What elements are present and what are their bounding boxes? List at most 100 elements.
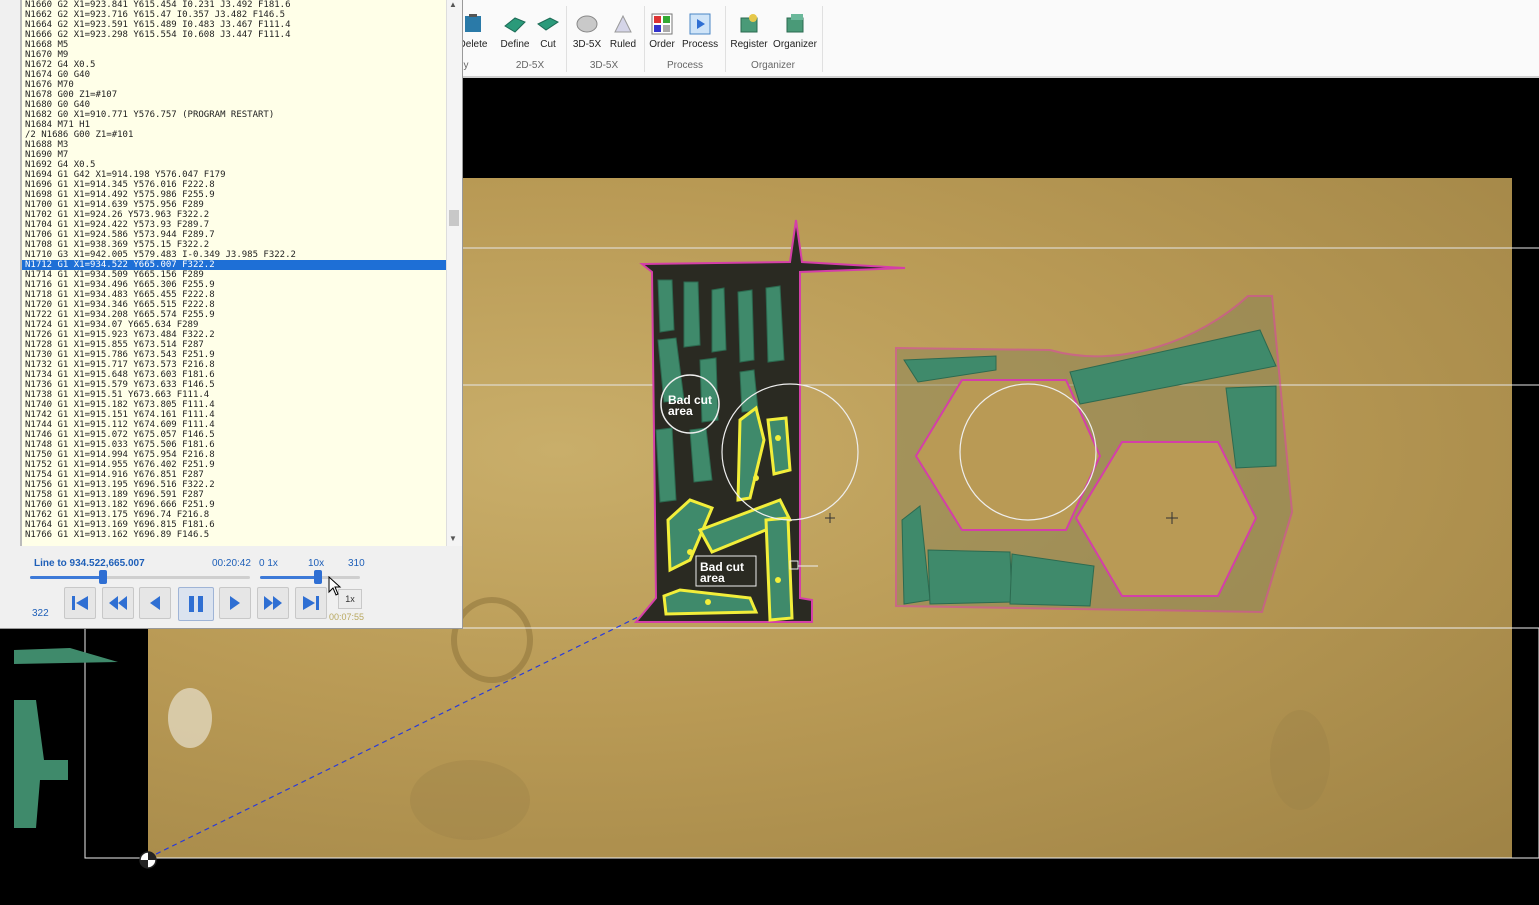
gcode-line[interactable]: N1750 G1 X1=914.994 Y675.954 F216.8 bbox=[22, 450, 448, 460]
gcode-line[interactable]: N1758 G1 X1=913.189 Y696.591 F287 bbox=[22, 490, 448, 500]
fast-forward-button[interactable] bbox=[257, 587, 289, 619]
gcode-line[interactable]: N1674 G0 G40 bbox=[22, 70, 448, 80]
gcode-line[interactable]: N1710 G3 X1=942.005 Y579.483 I-0.349 J3.… bbox=[22, 250, 448, 260]
gcode-line[interactable]: N1716 G1 X1=934.496 Y665.306 F255.9 bbox=[22, 280, 448, 290]
part bbox=[737, 289, 755, 363]
gcode-line[interactable]: N1676 M70 bbox=[22, 80, 448, 90]
gcode-line[interactable]: N1666 G2 X1=923.298 Y615.554 I0.608 J3.4… bbox=[22, 30, 448, 40]
bad-cut-label: Bad cut area bbox=[668, 394, 712, 418]
gcode-line[interactable]: N1662 G2 X1=923.716 Y615.47 I0.357 J3.48… bbox=[22, 10, 448, 20]
gcode-line[interactable]: N1692 G4 X0.5 bbox=[22, 160, 448, 170]
current-line: 322 bbox=[32, 608, 49, 619]
gcode-line[interactable]: N1668 M5 bbox=[22, 40, 448, 50]
gcode-line[interactable]: N1736 G1 X1=915.579 Y673.633 F146.5 bbox=[22, 380, 448, 390]
gcode-line[interactable]: N1706 G1 X1=924.586 Y573.944 F289.7 bbox=[22, 230, 448, 240]
gcode-line[interactable]: N1724 G1 X1=934.07 Y665.634 F289 bbox=[22, 320, 448, 330]
rewind-button[interactable] bbox=[102, 587, 134, 619]
rewind-icon bbox=[109, 596, 127, 610]
gcode-line[interactable]: N1726 G1 X1=915.923 Y673.484 F322.2 bbox=[22, 330, 448, 340]
gcode-line[interactable]: N1670 M9 bbox=[22, 50, 448, 60]
step-back-button[interactable] bbox=[139, 587, 171, 619]
gcode-listing[interactable]: N1660 G2 X1=923.841 Y615.454 I0.231 J3.4… bbox=[20, 0, 448, 546]
pierce-point bbox=[775, 435, 781, 441]
fast-forward-icon bbox=[264, 596, 282, 610]
gcode-line[interactable]: N1688 M3 bbox=[22, 140, 448, 150]
gcode-line[interactable]: N1660 G2 X1=923.841 Y615.454 I0.231 J3.4… bbox=[22, 0, 448, 10]
gcode-line[interactable]: N1730 G1 X1=915.786 Y673.543 F251.9 bbox=[22, 350, 448, 360]
scroll-thumb[interactable] bbox=[449, 210, 459, 226]
gcode-line-selected[interactable]: N1712 G1 X1=934.522 Y665.007 F322.2 bbox=[22, 260, 448, 270]
rapid-move-path bbox=[147, 615, 641, 859]
progress-knob[interactable] bbox=[98, 570, 107, 584]
pierce-point bbox=[687, 549, 693, 555]
gcode-line[interactable]: N1696 G1 X1=914.345 Y576.016 F222.8 bbox=[22, 180, 448, 190]
gcode-line[interactable]: N1698 G1 X1=914.492 Y575.986 F255.9 bbox=[22, 190, 448, 200]
gcode-line[interactable]: N1682 G0 X1=910.771 Y576.757 (PROGRAM RE… bbox=[22, 110, 448, 120]
gcode-simulation-panel: N1660 G2 X1=923.841 Y615.454 I0.231 J3.4… bbox=[0, 0, 463, 629]
gcode-line[interactable]: N1704 G1 X1=924.422 Y573.93 F289.7 bbox=[22, 220, 448, 230]
progress-fill bbox=[30, 576, 103, 579]
skip-start-icon bbox=[72, 596, 88, 610]
gcode-line[interactable]: N1672 G4 X0.5 bbox=[22, 60, 448, 70]
first-button[interactable] bbox=[64, 587, 96, 619]
bed-stain bbox=[451, 597, 533, 683]
gcode-line[interactable]: N1728 G1 X1=915.855 Y673.514 F287 bbox=[22, 340, 448, 350]
play-icon bbox=[230, 596, 240, 610]
elapsed-time: 00:20:42 bbox=[212, 558, 251, 569]
gcode-line[interactable]: N1702 G1 X1=924.26 Y573.963 F322.2 bbox=[22, 210, 448, 220]
gcode-line[interactable]: N1714 G1 X1=934.509 Y665.156 F289 bbox=[22, 270, 448, 280]
pierce-point bbox=[705, 599, 711, 605]
gcode-line[interactable]: N1762 G1 X1=913.175 Y696.74 F216.8 bbox=[22, 510, 448, 520]
gcode-line[interactable]: N1754 G1 X1=914.916 Y676.851 F287 bbox=[22, 470, 448, 480]
gcode-line[interactable]: N1764 G1 X1=913.169 Y696.815 F181.6 bbox=[22, 520, 448, 530]
gcode-line[interactable]: N1722 G1 X1=934.208 Y665.574 F255.9 bbox=[22, 310, 448, 320]
gcode-line[interactable]: N1678 G00 Z1=#107 bbox=[22, 90, 448, 100]
gcode-line[interactable]: N1718 G1 X1=934.483 Y665.455 F222.8 bbox=[22, 290, 448, 300]
gcode-line[interactable]: N1742 G1 X1=915.151 Y674.161 F111.4 bbox=[22, 410, 448, 420]
speed-max-label: 10x bbox=[308, 558, 325, 569]
part bbox=[683, 281, 701, 348]
playback-controls: Line to 934.522,665.007 00:20:42 0 1x 10… bbox=[20, 547, 462, 628]
gcode-line[interactable]: N1732 G1 X1=915.717 Y673.573 F216.8 bbox=[22, 360, 448, 370]
gcode-line[interactable]: N1700 G1 X1=914.639 Y575.956 F289 bbox=[22, 200, 448, 210]
gcode-line[interactable]: N1752 G1 X1=914.955 Y676.402 F251.9 bbox=[22, 460, 448, 470]
gcode-line[interactable]: N1694 G1 G42 X1=914.198 Y576.047 F179 bbox=[22, 170, 448, 180]
gcode-line[interactable]: N1738 G1 X1=915.51 Y673.663 F111.4 bbox=[22, 390, 448, 400]
speed-knob[interactable] bbox=[314, 570, 322, 584]
bed-stain bbox=[410, 760, 530, 840]
pierce-point bbox=[775, 577, 781, 583]
gcode-line[interactable]: N1760 G1 X1=913.182 Y696.666 F251.9 bbox=[22, 500, 448, 510]
gcode-line[interactable]: N1756 G1 X1=913.195 Y696.516 F322.2 bbox=[22, 480, 448, 490]
bed-stain bbox=[168, 688, 212, 748]
gcode-line[interactable]: N1720 G1 X1=934.346 Y665.515 F222.8 bbox=[22, 300, 448, 310]
gcode-line[interactable]: N1690 M7 bbox=[22, 150, 448, 160]
pause-button[interactable] bbox=[178, 587, 214, 621]
gcode-line[interactable]: /2 N1686 G00 Z1=#101 bbox=[22, 130, 448, 140]
gcode-scrollbar[interactable]: ▲ ▼ bbox=[446, 0, 462, 546]
gcode-line[interactable]: N1748 G1 X1=915.033 Y675.506 F181.6 bbox=[22, 440, 448, 450]
remaining-time: 00:07:55 bbox=[329, 612, 365, 622]
scroll-up-icon[interactable]: ▲ bbox=[449, 0, 457, 9]
gcode-line[interactable]: N1708 G1 X1=938.369 Y575.15 F322.2 bbox=[22, 240, 448, 250]
part bbox=[655, 427, 677, 503]
part bbox=[14, 648, 118, 664]
scroll-down-icon[interactable]: ▼ bbox=[449, 534, 457, 543]
bad-cut-label-line2: area bbox=[668, 404, 693, 418]
gcode-line[interactable]: N1734 G1 X1=915.648 Y673.603 F181.6 bbox=[22, 370, 448, 380]
gcode-line[interactable]: N1746 G1 X1=915.072 Y675.057 F146.5 bbox=[22, 430, 448, 440]
bad-cut-label-line2: area bbox=[700, 571, 725, 585]
origin-icon bbox=[139, 851, 157, 869]
gcode-line[interactable]: N1680 G0 G40 bbox=[22, 100, 448, 110]
gcode-line[interactable]: N1684 M71 H1 bbox=[22, 120, 448, 130]
total-lines: 310 bbox=[348, 558, 365, 569]
gcode-line[interactable]: N1744 G1 X1=915.112 Y674.609 F111.4 bbox=[22, 420, 448, 430]
gcode-line[interactable]: N1740 G1 X1=915.182 Y673.805 F111.4 bbox=[22, 400, 448, 410]
part bbox=[711, 287, 727, 353]
speed-min-label: 0 1x bbox=[259, 558, 278, 569]
last-button[interactable] bbox=[295, 587, 327, 619]
gcode-line[interactable]: N1664 G2 X1=923.591 Y615.489 I0.483 J3.4… bbox=[22, 20, 448, 30]
bad-cut-label: Bad cut area bbox=[700, 561, 744, 585]
offscreen-parts bbox=[14, 648, 118, 828]
step-forward-button[interactable] bbox=[219, 587, 251, 619]
gcode-line[interactable]: N1766 G1 X1=913.162 Y696.89 F146.5 bbox=[22, 530, 448, 540]
